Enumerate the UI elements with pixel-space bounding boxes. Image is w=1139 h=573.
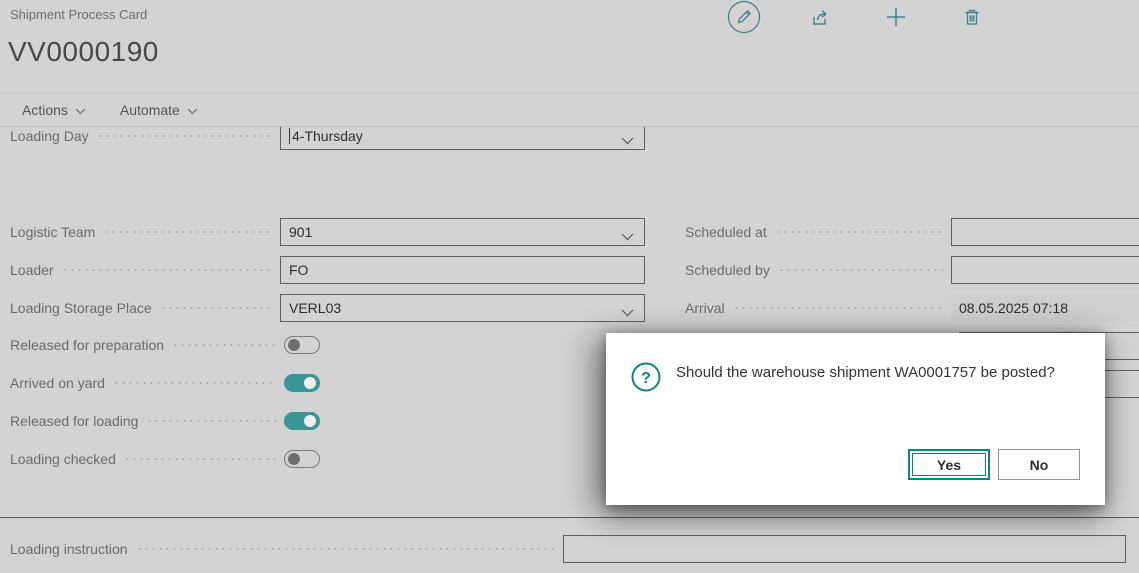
toggle-knob: [304, 377, 316, 389]
toggle-knob: [288, 339, 300, 351]
dotted-leader: [124, 452, 276, 466]
loading-storage-place-combobox[interactable]: VERL03: [280, 294, 645, 322]
confirm-dialog: ? Should the warehouse shipment WA000175…: [606, 333, 1105, 505]
chevron-down-icon: [75, 102, 86, 118]
field-row-loading-checked: Loading checked: [10, 449, 320, 469]
no-button[interactable]: No: [998, 449, 1080, 480]
dotted-leader: [733, 301, 943, 315]
section-divider: [0, 517, 1139, 518]
svg-text:?: ?: [641, 370, 651, 387]
field-row-loading-instruction: Loading instruction: [10, 535, 1126, 563]
text-cursor: [289, 128, 290, 144]
loading-instruction-input[interactable]: [563, 535, 1126, 563]
page-title: VV0000190: [8, 36, 159, 68]
released-for-loading-label: Released for loading: [10, 413, 138, 429]
toggle-knob: [288, 453, 300, 465]
toggle-knob: [304, 415, 316, 427]
card-toolbar: [727, 0, 989, 34]
edit-button[interactable]: [727, 0, 761, 34]
dotted-leader: [146, 414, 276, 428]
loading-storage-place-label: Loading Storage Place: [10, 300, 152, 316]
share-button[interactable]: [803, 0, 837, 34]
released-for-loading-toggle[interactable]: [284, 412, 320, 430]
loading-storage-place-value: VERL03: [289, 300, 341, 316]
field-row-loading-storage-place: Loading Storage Place VERL03: [10, 294, 645, 322]
arrival-label: Arrival: [685, 300, 725, 316]
chevron-down-icon[interactable]: [621, 304, 634, 322]
delete-trash-icon: [962, 7, 982, 27]
loading-day-value: 4-Thursday: [292, 128, 363, 144]
menu-automate-label: Automate: [120, 102, 180, 118]
menu-actions-label: Actions: [22, 102, 68, 118]
loader-input[interactable]: FO: [280, 256, 645, 284]
logistic-team-label: Logistic Team: [10, 224, 95, 240]
logistic-team-value: 901: [289, 224, 312, 240]
dotted-leader: [62, 263, 272, 277]
dotted-leader: [172, 338, 276, 352]
dotted-leader: [136, 542, 555, 556]
arrived-on-yard-label: Arrived on yard: [10, 375, 105, 391]
dotted-leader: [160, 301, 272, 315]
released-for-preparation-toggle[interactable]: [284, 336, 320, 354]
dotted-leader: [113, 376, 276, 390]
delete-button[interactable]: [955, 0, 989, 34]
loading-day-label: Loading Day: [10, 128, 89, 144]
chevron-down-icon: [187, 102, 198, 118]
arrival-value: 08.05.2025 07:18: [959, 300, 1068, 316]
loader-label: Loader: [10, 262, 54, 278]
share-icon: [810, 7, 830, 27]
loading-instruction-label: Loading instruction: [10, 541, 128, 557]
yes-button[interactable]: Yes: [908, 449, 990, 480]
logistic-team-combobox[interactable]: 901: [280, 218, 645, 246]
add-icon: [885, 6, 907, 28]
new-button[interactable]: [879, 0, 913, 34]
loading-checked-label: Loading checked: [10, 451, 116, 467]
menu-automate[interactable]: Automate: [120, 102, 198, 118]
scheduled-at-label: Scheduled at: [685, 224, 767, 240]
edit-pencil-icon: [727, 0, 761, 34]
released-for-preparation-label: Released for preparation: [10, 337, 164, 353]
action-bar: Actions Automate: [0, 93, 1139, 127]
question-icon: ?: [630, 361, 662, 393]
field-row-released-for-loading: Released for loading: [10, 411, 320, 431]
dotted-leader: [97, 129, 272, 143]
field-row-logistic-team: Logistic Team 901: [10, 218, 645, 246]
dialog-message: Should the warehouse shipment WA0001757 …: [676, 364, 1055, 381]
arrival-readonly-field: 08.05.2025 07:18: [951, 295, 1139, 322]
field-row-scheduled-at: Scheduled at: [685, 218, 1139, 246]
loading-checked-toggle[interactable]: [284, 450, 320, 468]
dotted-leader: [775, 225, 943, 239]
field-row-released-for-preparation: Released for preparation: [10, 335, 320, 355]
chevron-down-icon[interactable]: [621, 228, 634, 246]
menu-actions[interactable]: Actions: [22, 102, 86, 118]
scheduled-at-input[interactable]: [951, 218, 1139, 246]
dotted-leader: [778, 263, 943, 277]
field-row-arrival: Arrival 08.05.2025 07:18: [685, 294, 1139, 322]
breadcrumb[interactable]: Shipment Process Card: [10, 7, 147, 22]
field-row-loader: Loader FO: [10, 256, 645, 284]
arrived-on-yard-toggle[interactable]: [284, 374, 320, 392]
field-row-scheduled-by: Scheduled by: [685, 256, 1139, 284]
scheduled-by-input[interactable]: [951, 256, 1139, 284]
loader-value: FO: [289, 262, 308, 278]
field-row-arrived-on-yard: Arrived on yard: [10, 373, 320, 393]
dotted-leader: [103, 225, 272, 239]
chevron-down-icon[interactable]: [621, 132, 634, 150]
scheduled-by-label: Scheduled by: [685, 262, 770, 278]
